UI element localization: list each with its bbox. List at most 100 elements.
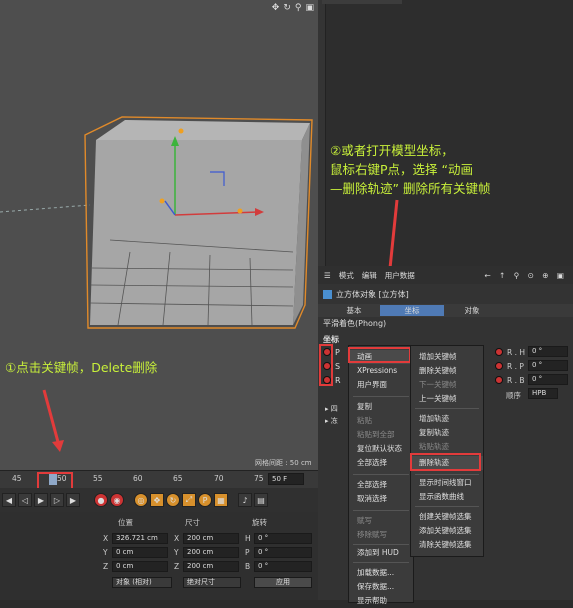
ctx-separator [353,544,409,545]
y-point-handle [178,128,184,134]
ctx-separator [353,510,409,511]
panel-splitter[interactable] [318,0,326,270]
sub-item-show-fcurves[interactable]: 显示函数曲线 [411,490,483,504]
ctx-item-select-all-2[interactable]: 全部选择 [349,478,413,492]
collapse-toggle-1[interactable]: ▸ 四 [325,404,338,414]
nav-icons[interactable]: ← ↑ ⚲ ⊙ ⊕ ▣ [484,271,573,280]
size-mode-select[interactable]: 绝对尺寸 [183,577,241,588]
rotate-key-icon[interactable]: ↻ [166,493,180,507]
rb-field[interactable]: 0 ° [528,374,568,385]
order-select[interactable]: HPB [528,388,558,399]
highlight-box-delete-track [410,453,481,471]
side-panel-tab[interactable] [563,10,573,70]
ctx-item-user-interface[interactable]: 用户界面 [349,378,413,392]
param-key-icon[interactable]: P [198,493,212,507]
pos-y-field[interactable]: 0 cm [112,547,168,558]
rp-label: R . P [507,362,524,371]
size-z-field[interactable]: 200 cm [183,561,239,572]
rotate-icon[interactable]: ↻ [283,3,291,13]
rh-field[interactable]: 0 ° [528,346,568,357]
sub-item-add-keyframe[interactable]: 增加关键帧 [411,350,483,364]
ctx-item-show-help[interactable]: 显示帮助 [349,594,413,608]
context-menu: 动画 XPressions 用户界面 复制 粘贴 粘贴到全部 复位默认状态 全部… [348,345,414,605]
ctx-item-paste-all: 粘贴到全部 [357,430,395,439]
move-key-icon[interactable]: ✥ [150,493,164,507]
play-icon[interactable]: ▶ [34,493,48,507]
size-y-field[interactable]: 200 cm [183,547,239,558]
phong-tag[interactable]: 平滑着色(Phong) [323,318,386,329]
apply-button[interactable]: 应用 [254,577,312,588]
tick-label: 55 [93,474,103,483]
keyframe-rb-button[interactable] [495,376,503,384]
sub-item-delete-keyframe[interactable]: 删除关键帧 [411,364,483,378]
sub-separator [415,408,479,409]
scale-key-icon[interactable]: ⤢ [182,493,196,507]
highlight-box-keyframes [319,344,333,386]
rot-h-field[interactable]: 0 ° [254,533,312,544]
keyframe-selection-icon[interactable]: ◎ [134,493,148,507]
ctx-item-save-data[interactable]: 保存数据... [349,580,413,594]
ctx-item-remove-override: 移除赋写 [357,530,387,539]
pos-x-field[interactable]: 326.721 cm [112,533,168,544]
coord-mode-select[interactable]: 对象 (相对) [112,577,172,588]
ctx-item-load-data[interactable]: 加载数据... [349,566,413,580]
ctx-item-select-all[interactable]: 全部选择 [349,456,413,470]
ctx-item-add-to-hud[interactable]: 添加到 HUD [349,546,413,560]
rot-b-field[interactable]: 0 ° [254,561,312,572]
keyframe-rh-button[interactable] [495,348,503,356]
ctx-separator [353,474,409,475]
param-s-label: S [335,362,341,371]
menu-edit[interactable]: 编辑 [362,270,377,281]
menu-user-data[interactable]: 用户数据 [385,270,415,281]
rb-label: R . B [507,376,525,385]
sub-separator [415,474,479,475]
rh-label: R . H [507,348,526,357]
film-icon[interactable]: ▤ [254,493,268,507]
sub-item-add-track[interactable]: 增加轨迹 [411,412,483,426]
panel-tab-strip [322,0,402,4]
size-x-field[interactable]: 200 cm [183,533,239,544]
scene-canvas[interactable] [0,0,318,470]
tab-object[interactable]: 对象 [444,305,500,316]
menu-icon[interactable]: ☰ [324,271,331,280]
size-header: 尺寸 [185,518,200,527]
frame-field[interactable]: 50 F [268,473,304,485]
annotation-step2-line3: —删除轨迹” 删除所有关键帧 [330,181,491,196]
pla-key-icon[interactable]: ▦ [214,493,228,507]
ctx-item-copy[interactable]: 复制 [349,400,413,414]
sub-item-copy-track[interactable]: 复制轨迹 [411,426,483,440]
maximize-icon[interactable]: ▣ [305,3,314,13]
sub-item-create-key-selection[interactable]: 创建关键帧选集 [411,510,483,524]
next-key-icon[interactable]: ▶ [66,493,80,507]
sub-item-next-keyframe: 下一关键帧 [419,380,457,389]
sound-icon[interactable]: ♪ [238,493,252,507]
pos-z-label: Z [103,562,109,571]
move-icon[interactable]: ✥ [272,3,280,13]
ctx-item-deselect[interactable]: 取消选择 [349,492,413,506]
sub-item-show-timeline[interactable]: 显示时间线窗口 [411,476,483,490]
tab-coord[interactable]: 坐标 [380,305,444,316]
attribute-menubar: ☰ 模式 编辑 用户数据 ← ↑ ⚲ ⊙ ⊕ ▣ [318,266,573,284]
tick-label: 60 [133,474,143,483]
ctx-item-xpressions[interactable]: XPressions [349,364,413,378]
rot-p-field[interactable]: 0 ° [254,547,312,558]
sub-item-add-key-selection[interactable]: 添加关键帧选集 [411,524,483,538]
pos-z-field[interactable]: 0 cm [112,561,168,572]
menu-mode[interactable]: 模式 [339,270,354,281]
sub-item-prev-keyframe[interactable]: 上一关键帧 [411,392,483,406]
prev-frame-icon[interactable]: ◁ [18,493,32,507]
zoom-icon[interactable]: ⚲ [295,3,302,13]
record-icon[interactable]: ● [94,493,108,507]
tab-basic[interactable]: 基本 [328,305,380,316]
ctx-item-reset-default[interactable]: 复位默认状态 [349,442,413,456]
collapse-toggle-2[interactable]: ▸ 冻 [325,416,338,426]
next-frame-icon[interactable]: ▷ [50,493,64,507]
sub-item-clear-key-selection[interactable]: 清除关键帧选集 [411,538,483,552]
rp-field[interactable]: 0 ° [528,360,568,371]
prev-key-icon[interactable]: ◀ [2,493,16,507]
autokey-icon[interactable]: ◉ [110,493,124,507]
viewport-3d[interactable]: ✥ ↻ ⚲ ▣ 网格间距 : 50 cm [0,0,318,470]
tick-label: 75 [254,474,264,483]
sub-separator [415,506,479,507]
keyframe-rp-button[interactable] [495,362,503,370]
